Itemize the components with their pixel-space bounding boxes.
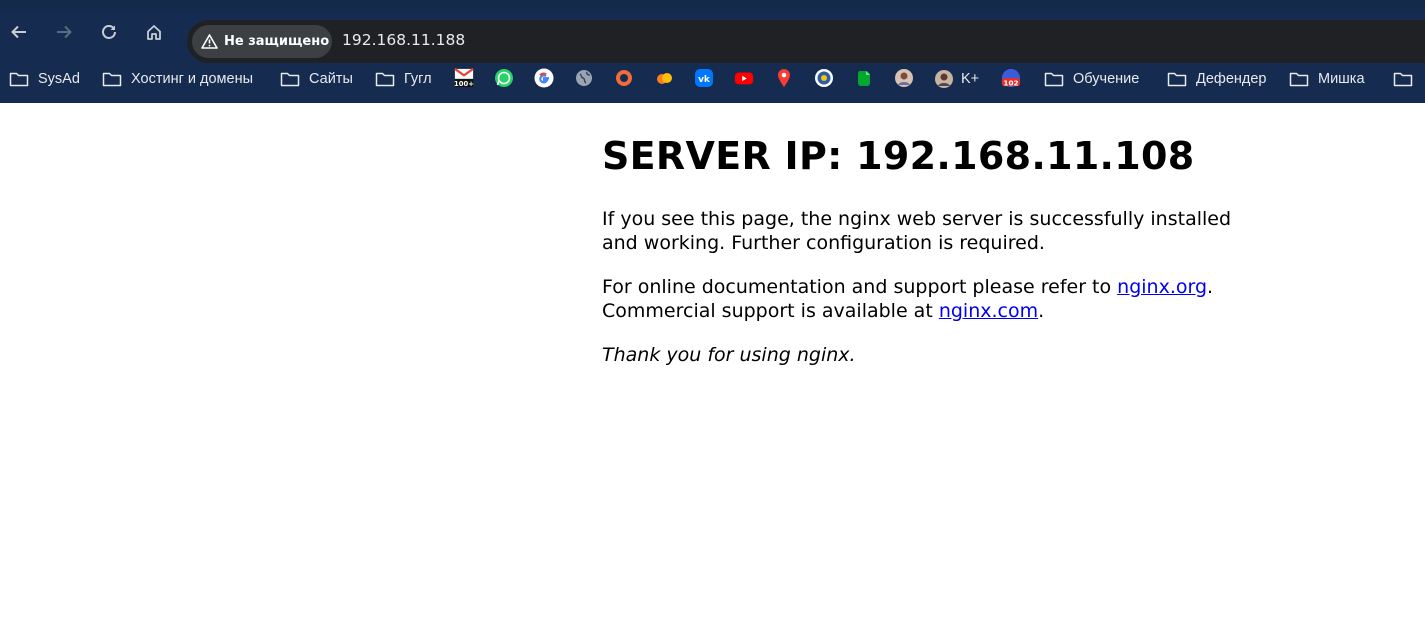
docs-paragraph: For online documentation and support ple… [602, 275, 1242, 323]
bookmark-folder-learning[interactable]: Обучение [1044, 68, 1139, 90]
avatar-kplus-icon [935, 70, 953, 88]
bookmark-label: K+ [961, 71, 980, 87]
circle-app-icon[interactable] [614, 68, 634, 88]
bookmark-label: Хостинг и домены [131, 71, 254, 87]
evernote-icon[interactable] [854, 68, 874, 88]
svg-text:100+: 100+ [454, 80, 474, 88]
bookmark-folder-google[interactable]: Гугл [375, 68, 432, 90]
bookmark-label: SysAd [38, 71, 80, 87]
avatar-icon[interactable] [894, 68, 914, 88]
google-icon[interactable] [534, 68, 554, 88]
warning-icon [201, 34, 218, 49]
bookmark-label: Сайты [309, 71, 353, 87]
folder-icon [102, 72, 122, 87]
commercial-text: Commercial support is available at [602, 300, 939, 322]
bookmark-label: Дефендер [1196, 71, 1267, 87]
arrow-left-icon [11, 25, 26, 39]
page-title: SERVER IP: 192.168.11.108 [602, 134, 1195, 178]
cloud-icon[interactable] [654, 68, 674, 88]
folder-icon [1393, 72, 1413, 87]
browser-toolbar: Не защищено 192.168.11.188 [0, 9, 1425, 63]
folder-icon [1167, 72, 1187, 87]
folder-icon [375, 72, 395, 87]
svg-text:102: 102 [1003, 78, 1018, 87]
bookmark-label: Мишка [1318, 71, 1365, 87]
folder-icon [9, 72, 29, 87]
period-text: . [1207, 276, 1214, 298]
tab-strip [0, 0, 1425, 9]
svg-text:vk: vk [698, 75, 711, 85]
docs-text: For online documentation and support ple… [602, 276, 1118, 298]
bookmark-kplus[interactable]: K+ [934, 68, 979, 90]
security-chip-label: Не защищено [224, 34, 330, 49]
nginx-com-link[interactable]: nginx.com [939, 300, 1038, 322]
intro-paragraph: If you see this page, the nginx web serv… [602, 208, 1232, 254]
bookmark-label: Обучение [1073, 71, 1140, 87]
bookmark-folder-overflow[interactable] [1393, 68, 1425, 90]
period-text: . [1038, 300, 1045, 322]
url-text[interactable]: 192.168.11.188 [342, 31, 465, 49]
folder-icon [1289, 72, 1309, 87]
home-icon [147, 25, 161, 40]
globe-icon[interactable] [574, 68, 594, 88]
nginx-org-link[interactable]: nginx.org [1117, 276, 1207, 298]
reload-icon [102, 25, 116, 39]
thanks-paragraph: Thank you for using nginx. [602, 344, 856, 366]
badge-102-icon[interactable]: 102 [1001, 68, 1021, 88]
bookmark-folder-mishka[interactable]: Мишка [1289, 68, 1365, 90]
folder-icon [280, 72, 300, 87]
bookmark-folder-sites[interactable]: Сайты [280, 68, 353, 90]
forward-button[interactable] [50, 18, 78, 46]
gov-emblem-icon[interactable] [814, 68, 834, 88]
bookmarks-bar: SysAd Хостинг и домены Сайты Гугл 100+ v… [0, 54, 1425, 103]
whatsapp-icon[interactable] [494, 68, 514, 88]
folder-icon [1044, 72, 1064, 87]
maps-pin-icon[interactable] [774, 68, 794, 88]
arrow-right-icon [57, 25, 72, 39]
bookmark-folder-hosting[interactable]: Хостинг и домены [102, 68, 253, 90]
back-button[interactable] [5, 18, 33, 46]
home-button[interactable] [140, 18, 168, 46]
bookmark-folder-defender[interactable]: Дефендер [1167, 68, 1266, 90]
browser-chrome: Не защищено 192.168.11.188 SysAd Хостинг… [0, 0, 1425, 103]
vk-icon[interactable]: vk [694, 68, 714, 88]
bookmark-label: Гугл [404, 71, 432, 87]
bookmark-folder-sysad[interactable]: SysAd [9, 68, 80, 90]
youtube-icon[interactable] [734, 68, 754, 88]
gmail-100-icon[interactable]: 100+ [454, 67, 474, 88]
reload-button[interactable] [95, 18, 123, 46]
